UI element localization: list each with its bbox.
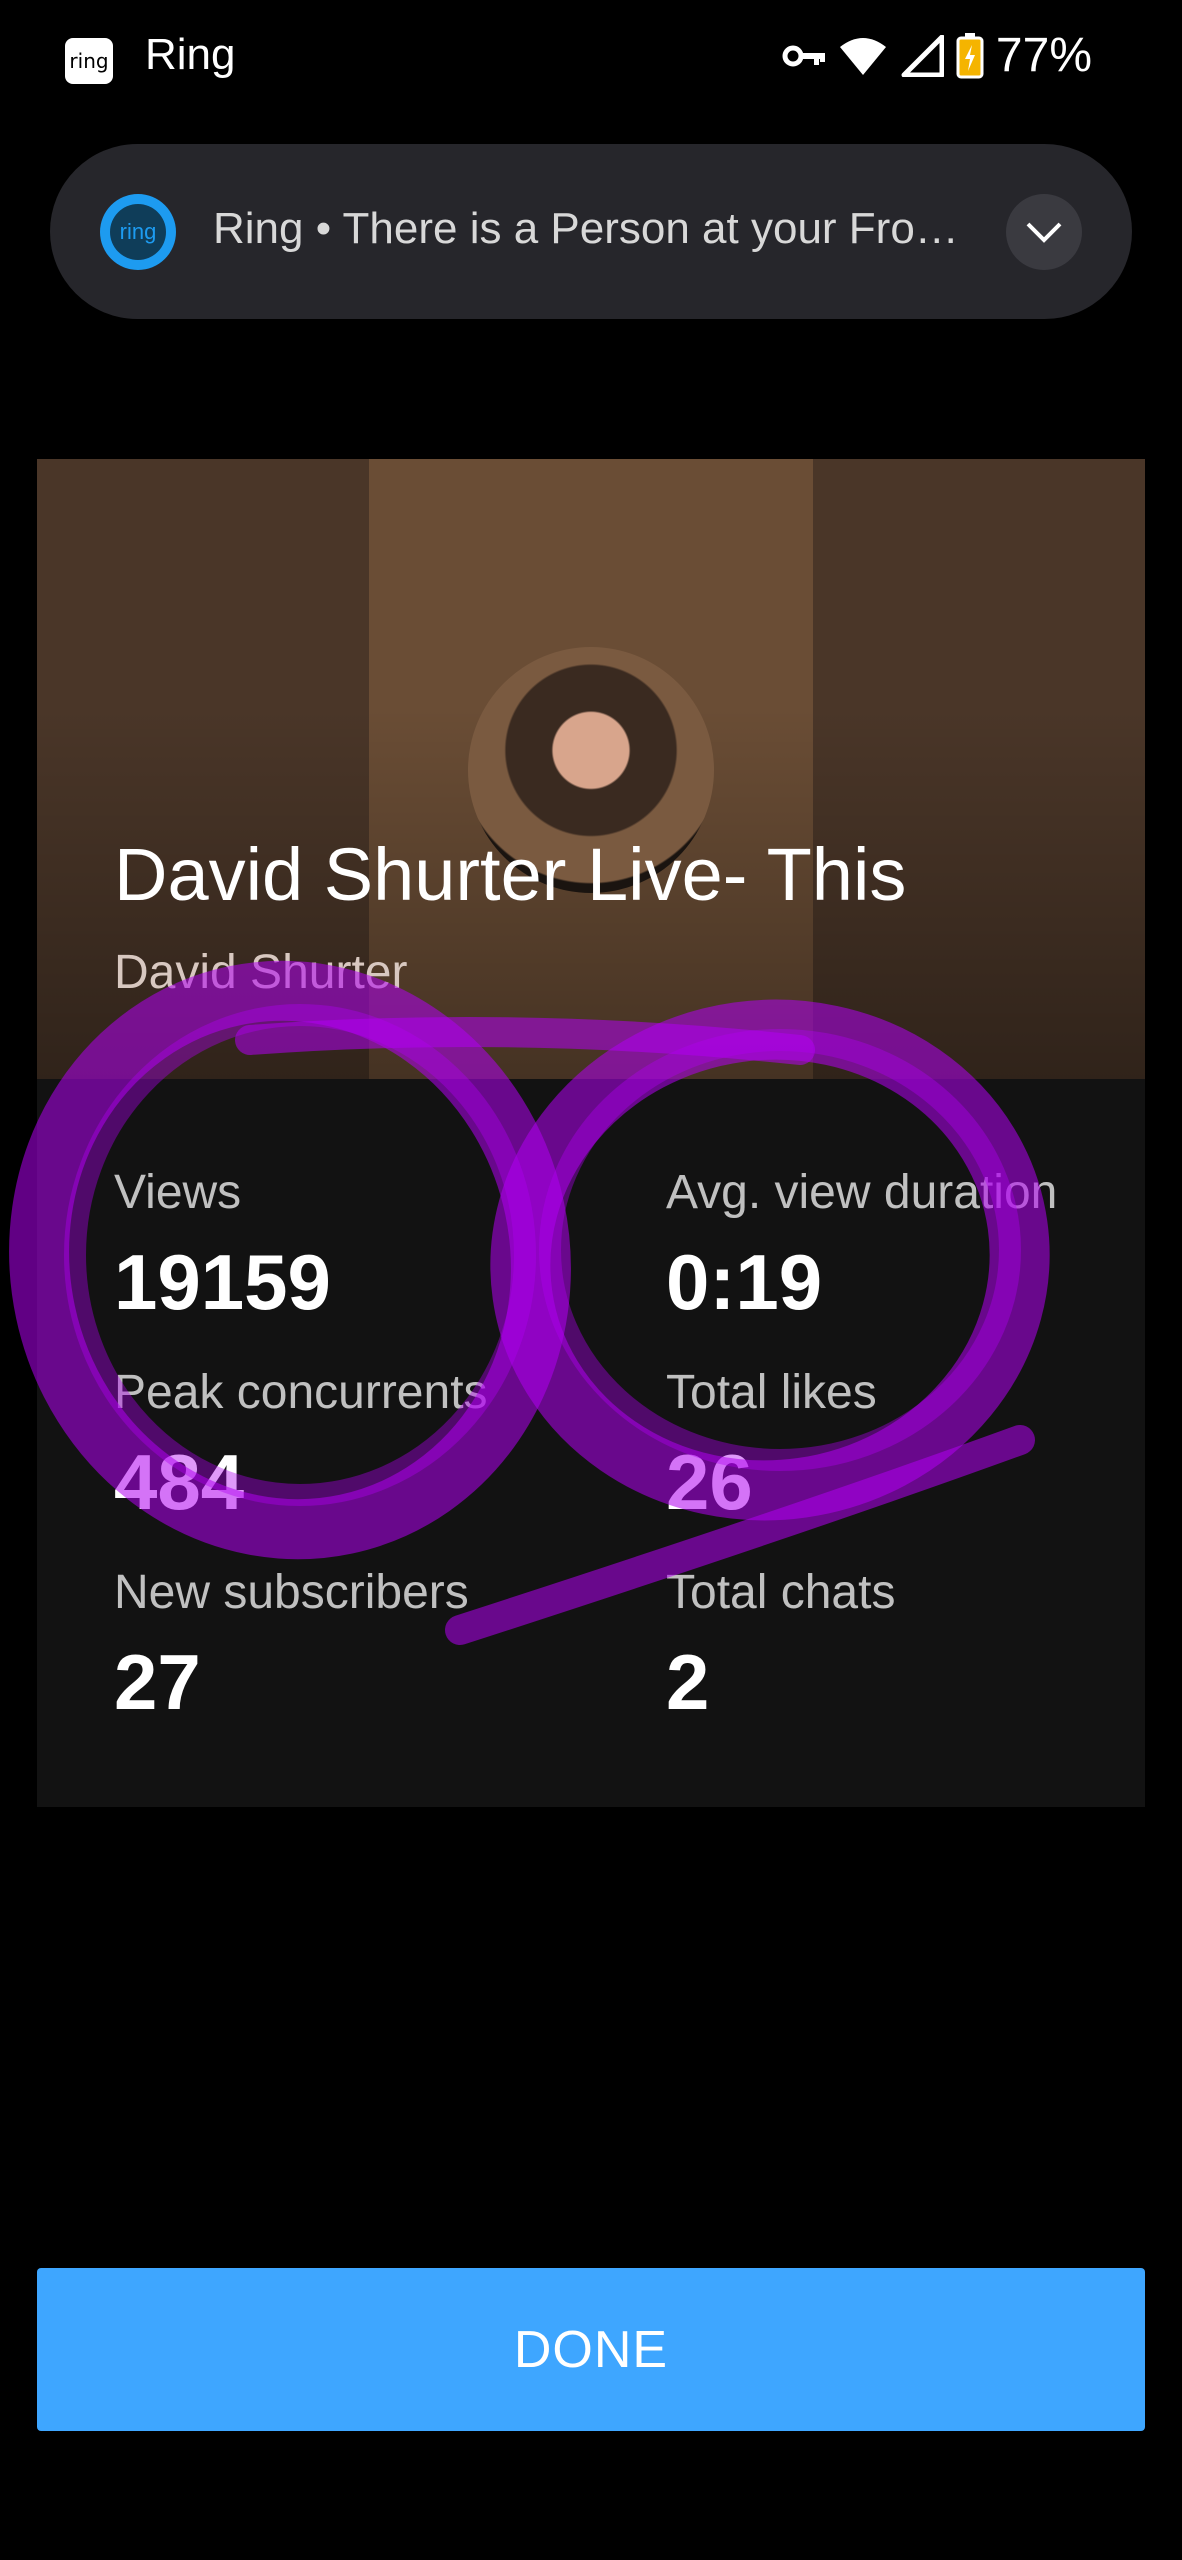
channel-name: David Shurter (114, 946, 408, 999)
chevron-down-icon (1026, 222, 1062, 243)
peak-concurrents-label: Peak concurrents (114, 1366, 488, 1419)
vpn-key-icon (782, 45, 825, 66)
new-subscribers-value: 27 (114, 1638, 201, 1726)
notification-banner[interactable]: ring Ring • There is a Person at your Fr… (50, 144, 1132, 319)
peak-concurrents-value: 484 (114, 1438, 245, 1526)
new-subscribers-label: New subscribers (114, 1566, 469, 1619)
total-chats-label: Total chats (666, 1566, 896, 1619)
status-icons: 77% (782, 28, 1092, 83)
battery-icon (956, 32, 984, 78)
total-likes-value: 26 (666, 1438, 753, 1526)
views-label: Views (114, 1166, 242, 1219)
total-likes-label: Total likes (666, 1366, 877, 1419)
total-chats-value: 2 (666, 1638, 710, 1726)
status-app-name: Ring (145, 30, 236, 79)
ring-app-icon: ring (65, 38, 113, 84)
battery-percent: 77% (995, 29, 1092, 82)
stream-title: David Shurter Live- This (114, 833, 907, 916)
done-button[interactable]: DONE (37, 2268, 1145, 2431)
ring-notification-icon: ring (100, 194, 176, 270)
avg-view-duration-value: 0:19 (666, 1238, 823, 1326)
views-value: 19159 (114, 1238, 331, 1326)
avg-view-duration-label: Avg. view duration (666, 1166, 1058, 1219)
wifi-icon (839, 37, 886, 75)
cell-signal-icon (901, 34, 944, 77)
notification-text: Ring • There is a Person at your Fro… (213, 204, 959, 253)
status-bar: ring Ring 77% (0, 0, 1182, 120)
expand-notification-button[interactable] (1006, 194, 1082, 270)
